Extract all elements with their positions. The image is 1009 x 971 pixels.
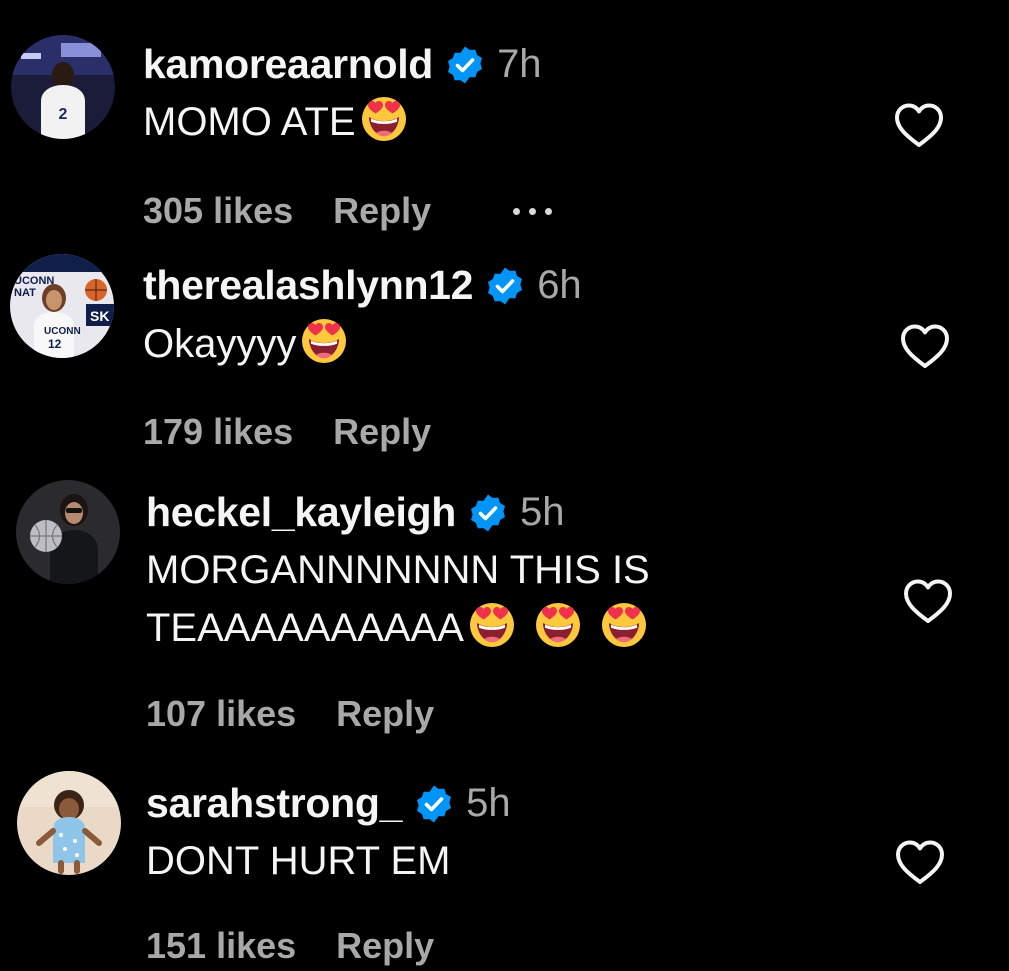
likes-count[interactable]: 151 likes [146, 925, 296, 967]
comment-text-line2: TEAAAAAAAAAA [146, 606, 464, 650]
svg-text:SK: SK [90, 308, 109, 324]
reply-button[interactable]: Reply [336, 925, 434, 967]
verified-badge-icon [485, 266, 525, 306]
username[interactable]: heckel_kayleigh [146, 489, 456, 536]
timestamp: 5h [466, 781, 511, 825]
reply-button[interactable]: Reply [333, 411, 431, 453]
comment-text-line1: MORGANNNNNNN THIS IS [146, 548, 650, 592]
likes-count[interactable]: 179 likes [143, 411, 293, 453]
more-options-icon[interactable] [513, 207, 553, 215]
timestamp: 6h [537, 263, 582, 307]
heart-eyes-emoji-icon [360, 95, 408, 143]
svg-text:UCONN: UCONN [44, 326, 81, 337]
timestamp: 5h [520, 490, 565, 534]
verified-badge-icon [468, 493, 508, 533]
comment-text: MOMO ATE [143, 94, 408, 151]
likes-count[interactable]: 107 likes [146, 693, 296, 735]
comment-text-content: DONT HURT EM [146, 839, 451, 883]
heart-eyes-emoji-icon [468, 601, 516, 649]
comment-text: TEAAAAAAAAAA [146, 600, 648, 657]
comment-text: MORGANNNNNNN THIS IS [146, 542, 650, 599]
heart-eyes-emoji-icon [300, 317, 348, 365]
svg-text:NAT: NAT [14, 287, 36, 299]
svg-text:12: 12 [48, 337, 62, 351]
comment-text: Okayyyy [143, 316, 348, 373]
like-heart-icon[interactable] [903, 578, 953, 624]
like-heart-icon[interactable] [900, 323, 950, 369]
timestamp: 7h [497, 42, 542, 86]
verified-badge-icon [414, 784, 454, 824]
svg-text:UCONN: UCONN [14, 275, 54, 287]
heart-eyes-emoji-icon [534, 601, 582, 649]
reply-button[interactable]: Reply [333, 190, 431, 232]
heart-eyes-emoji-icon [600, 601, 648, 649]
username[interactable]: sarahstrong_ [146, 780, 402, 827]
avatar[interactable]: UCONN NAT SK UCONN 12 [10, 254, 114, 358]
comment-text: DONT HURT EM [146, 833, 450, 890]
avatar[interactable] [17, 771, 121, 875]
avatar[interactable]: 2 [11, 35, 115, 139]
avatar[interactable] [16, 480, 120, 584]
comment-text-content: Okayyyy [143, 322, 297, 366]
username[interactable]: therealashlynn12 [143, 262, 473, 309]
like-heart-icon[interactable] [894, 102, 944, 148]
svg-text:2: 2 [59, 106, 68, 123]
comment-text-content: MOMO ATE [143, 100, 356, 144]
likes-count[interactable]: 305 likes [143, 190, 293, 232]
verified-badge-icon [445, 45, 485, 85]
like-heart-icon[interactable] [895, 839, 945, 885]
username[interactable]: kamoreaarnold [143, 41, 433, 88]
reply-button[interactable]: Reply [336, 693, 434, 735]
